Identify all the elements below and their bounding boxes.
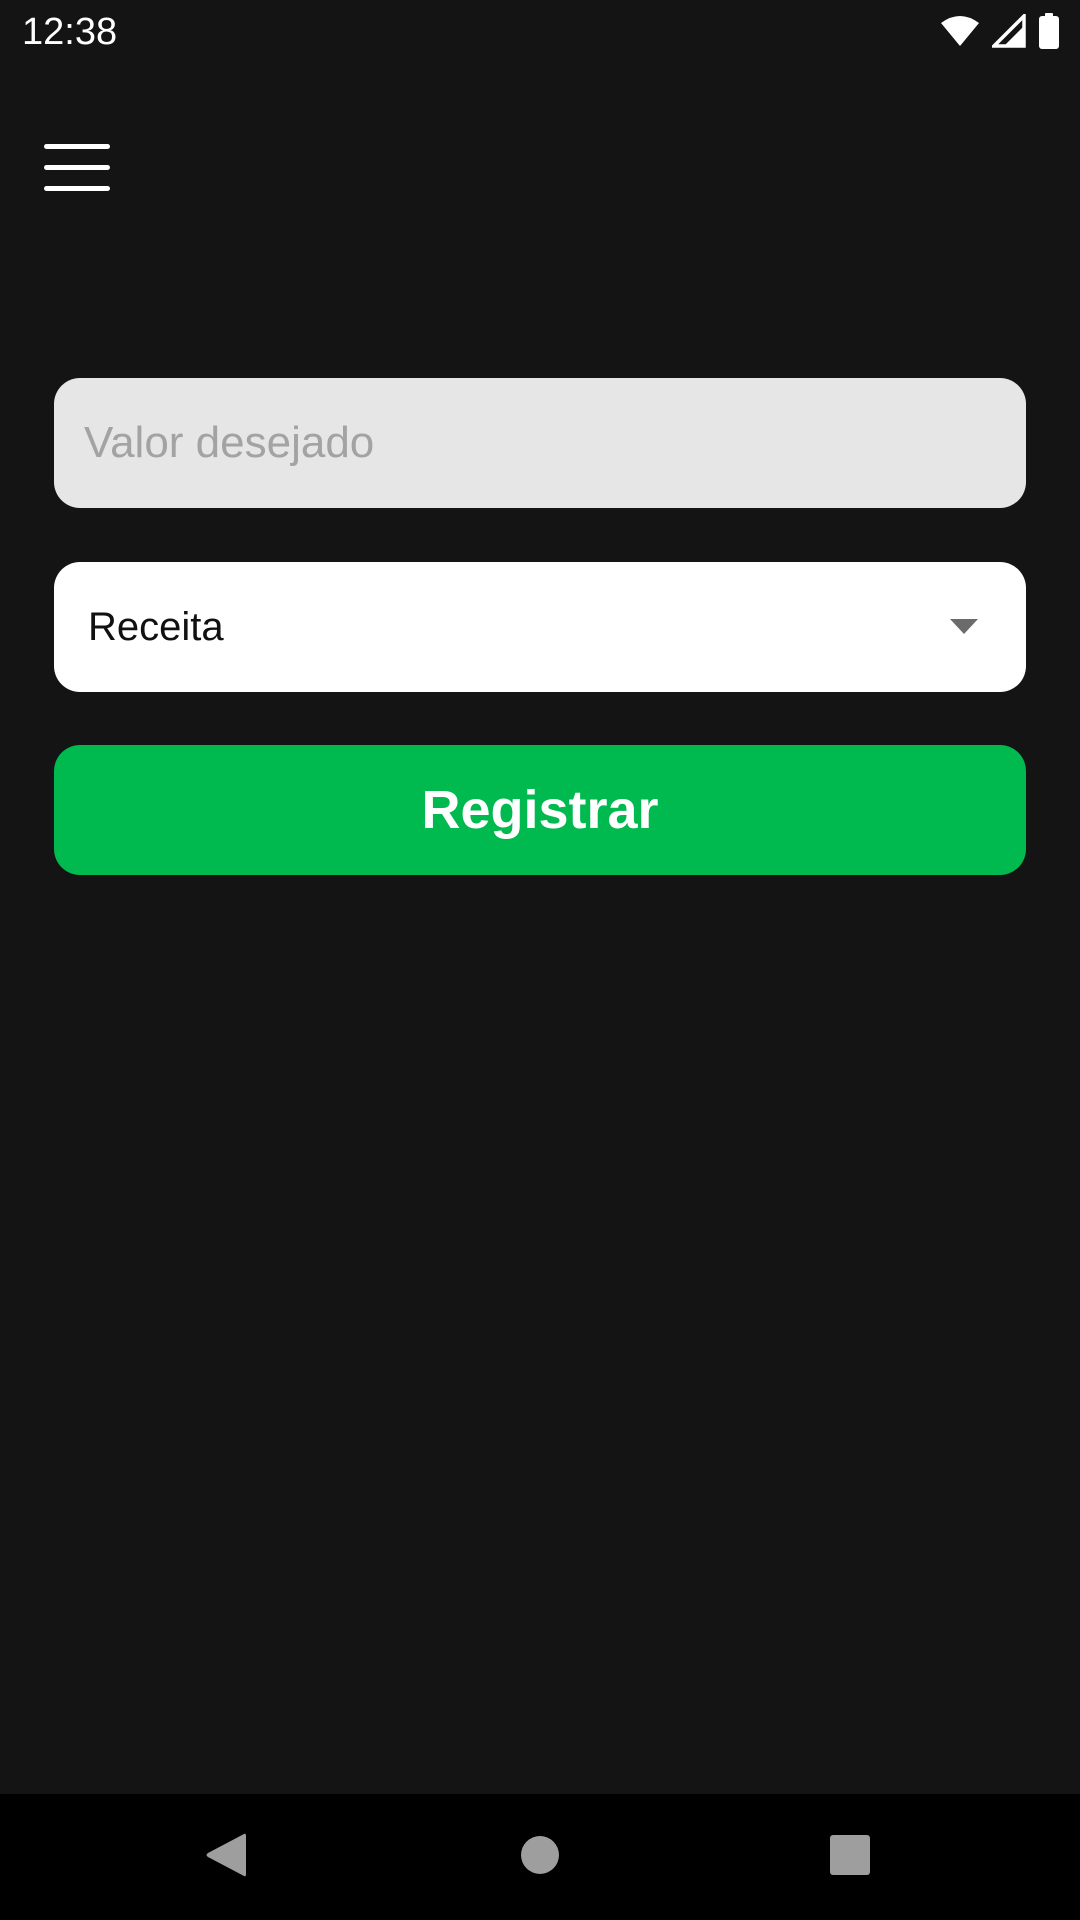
status-icons [940,13,1060,49]
home-button[interactable] [470,1794,610,1920]
status-time: 12:38 [22,11,118,53]
wifi-icon [940,14,980,48]
battery-icon [1038,13,1060,49]
signal-icon [992,14,1026,48]
dropdown-arrow-icon [950,619,978,635]
menu-button[interactable] [30,130,126,210]
type-select-value: Receita [88,604,224,649]
hamburger-menu-icon [44,142,112,199]
navigation-bar [0,1794,1080,1920]
app-screen: 12:38 Valor desejado Receita Registrar [0,0,1080,1920]
register-button[interactable]: Registrar [54,745,1026,875]
back-button[interactable] [156,1794,296,1920]
status-bar: 12:38 [0,0,1080,63]
value-input-container [54,377,1026,509]
recents-button[interactable] [780,1794,920,1920]
home-icon [519,1834,561,1881]
type-select[interactable]: Receita [54,562,1026,692]
recents-icon [829,1834,871,1881]
value-input[interactable] [82,377,1026,509]
back-icon [204,1831,248,1884]
